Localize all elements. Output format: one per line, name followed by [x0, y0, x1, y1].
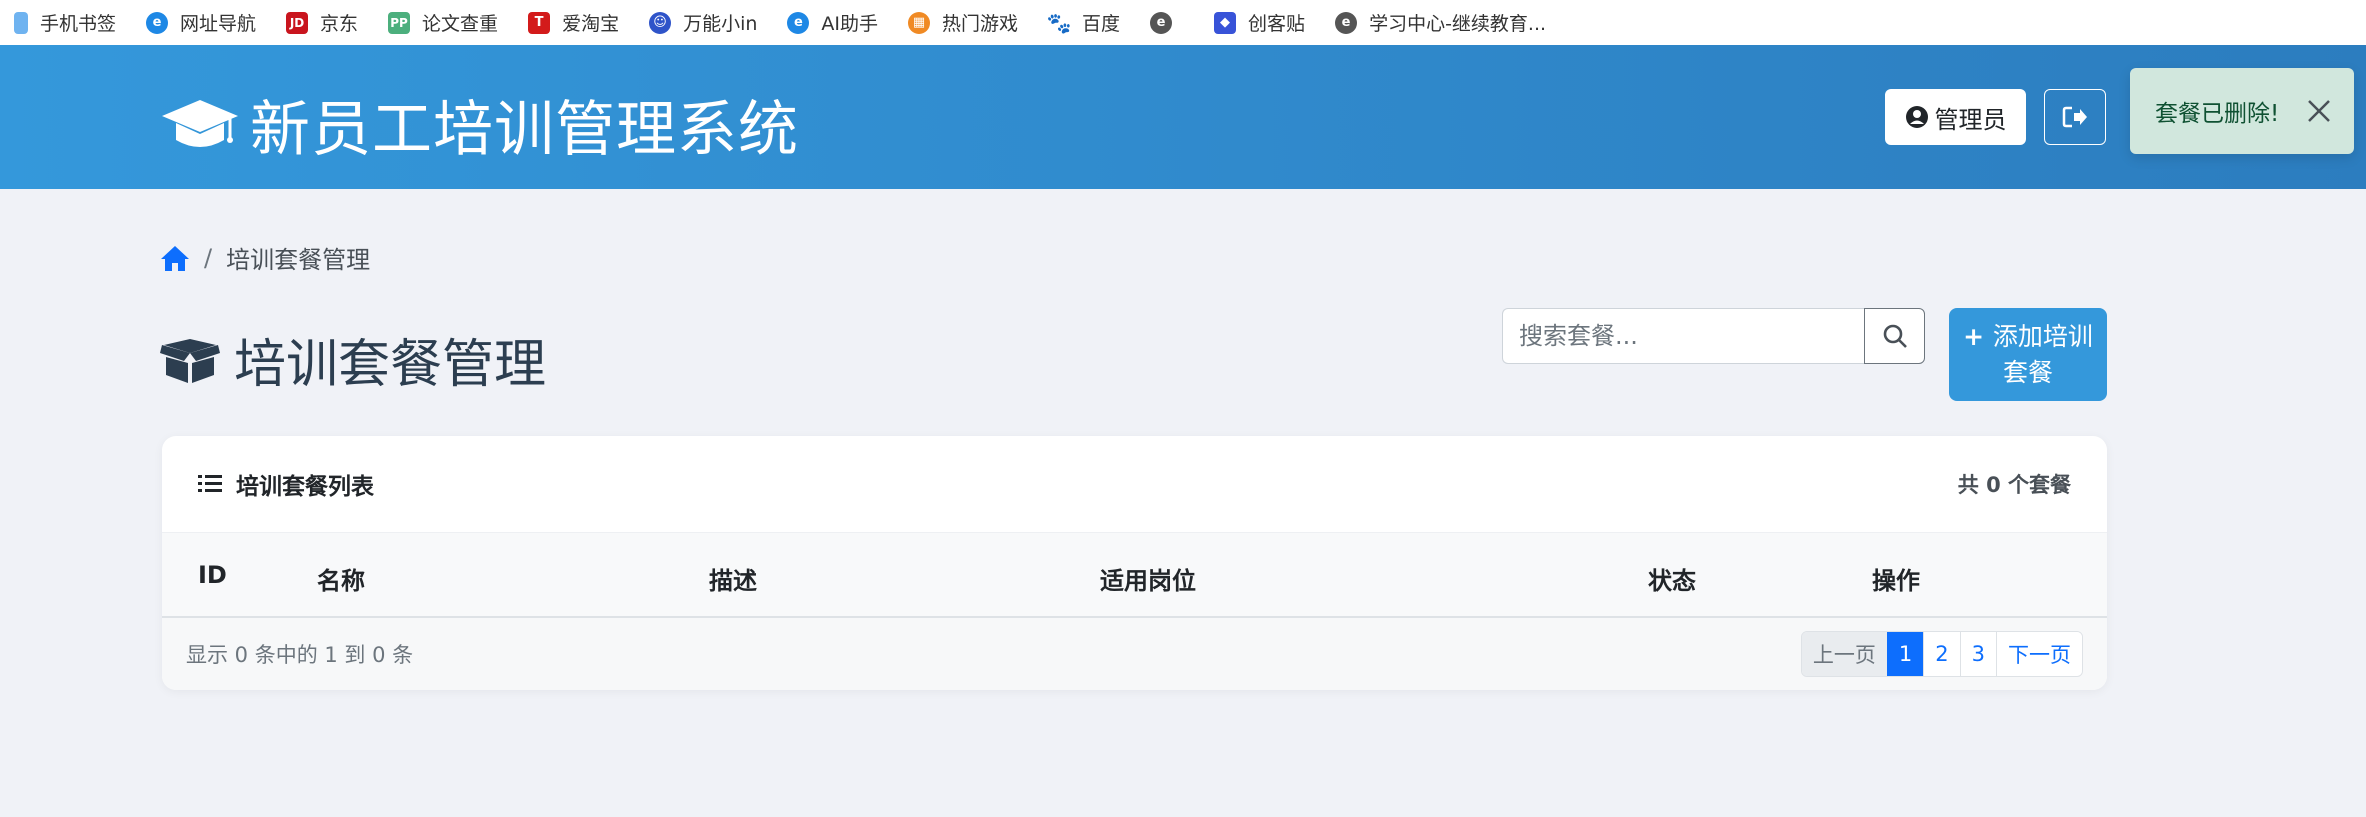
list-icon — [198, 475, 222, 492]
package-list-card: 培训套餐列表 共 0 个套餐 ID 名称 描述 适用岗位 状态 操作 显示 0 … — [162, 436, 2107, 690]
pagination-page-1[interactable]: 1 — [1886, 632, 1924, 676]
taobao-icon: T — [528, 11, 551, 34]
bookmark-mobile[interactable]: 手机书签 — [14, 9, 116, 36]
bookmark-jd[interactable]: JD 京东 — [286, 9, 358, 36]
ie-icon: e — [787, 11, 810, 34]
phone-icon — [14, 11, 28, 34]
bookmark-label: 爱淘宝 — [562, 13, 620, 35]
app-header: 新员工培训管理系统 管理员 — [0, 45, 2366, 189]
bookmark-learning-center[interactable]: e 学习中心-继续教育... — [1335, 9, 1546, 36]
breadcrumb-current: 培训套餐管理 — [226, 246, 371, 274]
pagination-page-2[interactable]: 2 — [1923, 632, 1960, 676]
bookmark-label: 创客贴 — [1248, 13, 1306, 35]
bookmark-edge[interactable]: e — [1150, 11, 1184, 34]
search-input[interactable] — [1502, 308, 1864, 364]
bookmark-baidu[interactable]: 🐾 百度 — [1046, 9, 1121, 36]
pp-icon: PP — [388, 11, 411, 34]
user-menu-button[interactable]: 管理员 — [1885, 89, 2026, 145]
baidu-paw-icon: 🐾 — [1046, 10, 1072, 35]
column-id[interactable]: ID — [198, 561, 227, 589]
column-status[interactable]: 状态 — [1648, 561, 1696, 596]
card-title-text: 培训套餐列表 — [236, 474, 374, 500]
bookmark-xiaoin[interactable]: ☺ 万能小in — [649, 9, 757, 36]
bookmark-label: 网址导航 — [180, 13, 257, 35]
add-package-label: + 添加培训套餐 — [1961, 319, 2095, 391]
bookmark-chuangkit[interactable]: ◆ 创客贴 — [1214, 9, 1305, 36]
pagination-page-3[interactable]: 3 — [1959, 632, 1996, 676]
bookmark-games[interactable]: ▦ 热门游戏 — [908, 9, 1018, 36]
pagination-info: 显示 0 条中的 1 到 0 条 — [186, 643, 414, 667]
search-icon — [1883, 324, 1907, 348]
bookmark-label: 京东 — [320, 13, 359, 35]
search-group — [1502, 308, 1925, 364]
pagination-next[interactable]: 下一页 — [1996, 632, 2082, 676]
user-circle-icon — [1905, 106, 1928, 128]
bookmark-ai-assistant[interactable]: e AI助手 — [787, 9, 878, 36]
bookmarks-bar: 手机书签 e 网址导航 JD 京东 PP 论文查重 T 爱淘宝 ☺ 万能小in … — [0, 0, 2366, 45]
breadcrumb: / 培训套餐管理 — [160, 240, 370, 275]
box-open-icon — [160, 338, 220, 383]
bookmark-paper-check[interactable]: PP 论文查重 — [388, 9, 498, 36]
column-description[interactable]: 描述 — [709, 561, 757, 596]
bookmark-label: AI助手 — [821, 13, 879, 35]
edge-icon: e — [1335, 11, 1358, 34]
chuangkit-icon: ◆ — [1214, 11, 1237, 34]
brand[interactable]: 新员工培训管理系统 — [160, 81, 799, 168]
user-label: 管理员 — [1934, 105, 2007, 134]
jd-icon: JD — [286, 11, 309, 34]
page-title-text: 培训套餐管理 — [234, 335, 547, 395]
ie-icon: e — [146, 11, 169, 34]
graduation-cap-icon — [162, 99, 238, 147]
page-title: 培训套餐管理 — [160, 322, 546, 397]
card-footer: 显示 0 条中的 1 到 0 条 上一页 1 2 3 下一页 — [162, 618, 2107, 690]
robot-icon: ☺ — [649, 11, 672, 34]
breadcrumb-separator: / — [204, 243, 213, 272]
toast-notification: 套餐已删除! — [2130, 68, 2354, 154]
app-title: 新员工培训管理系统 — [250, 95, 799, 165]
bookmark-label: 论文查重 — [422, 13, 499, 35]
search-button[interactable] — [1864, 308, 1925, 364]
bookmark-label: 万能小in — [683, 13, 758, 35]
logout-icon — [2062, 106, 2087, 128]
bookmark-taobao[interactable]: T 爱淘宝 — [528, 9, 619, 36]
card-title: 培训套餐列表 — [198, 467, 374, 501]
bookmark-nav[interactable]: e 网址导航 — [146, 9, 256, 36]
plus-icon: + — [1963, 321, 1993, 351]
add-package-text: 添加培训套餐 — [1992, 321, 2093, 387]
close-icon[interactable] — [2304, 96, 2334, 126]
column-name[interactable]: 名称 — [317, 561, 365, 596]
bookmark-label: 学习中心-继续教育... — [1369, 13, 1547, 35]
bookmark-label: 百度 — [1082, 13, 1121, 35]
edge-icon: e — [1150, 11, 1173, 34]
bookmark-label: 热门游戏 — [942, 13, 1019, 35]
card-header: 培训套餐列表 共 0 个套餐 — [162, 436, 2107, 533]
home-icon[interactable] — [160, 244, 190, 272]
toast-message: 套餐已删除! — [2155, 101, 2280, 127]
logout-button[interactable] — [2044, 89, 2106, 145]
pagination-prev[interactable]: 上一页 — [1801, 632, 1887, 676]
column-positions[interactable]: 适用岗位 — [1100, 561, 1196, 596]
game-icon: ▦ — [908, 11, 931, 34]
table-header: ID 名称 描述 适用岗位 状态 操作 — [162, 533, 2107, 618]
bookmark-label: 手机书签 — [40, 13, 117, 35]
pagination: 上一页 1 2 3 下一页 — [1800, 631, 2083, 677]
column-actions[interactable]: 操作 — [1872, 561, 1920, 596]
add-package-button[interactable]: + 添加培训套餐 — [1949, 308, 2107, 401]
package-count: 共 0 个套餐 — [1957, 473, 2071, 497]
